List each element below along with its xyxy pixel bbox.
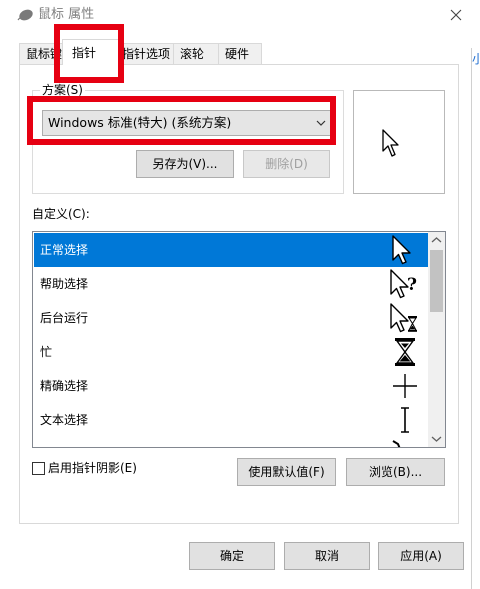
arrow-cursor-icon <box>392 235 411 265</box>
list-item-normal-select[interactable]: 正常选择 <box>34 233 428 267</box>
apply-button-label: 应用(A) <box>400 549 442 563</box>
list-item-label: 文本选择 <box>40 413 89 427</box>
list-item-label: 正常选择 <box>40 243 89 257</box>
busy-cursor-icon <box>395 338 415 366</box>
cancel-button-label: 取消 <box>314 549 339 563</box>
mouse-app-icon <box>17 9 33 21</box>
list-item-label: 后台运行 <box>40 311 89 325</box>
tab-wheel[interactable]: 滚轮 <box>173 43 219 65</box>
delete-scheme-button[interactable]: 删除(D) <box>243 150 330 178</box>
arrow-cursor-preview-icon <box>382 129 399 157</box>
list-item-working-in-background[interactable]: 后台运行 <box>34 301 428 335</box>
cursor-preview <box>353 90 445 194</box>
ok-button-label: 确定 <box>219 549 244 563</box>
list-item-label: 精确选择 <box>40 379 89 393</box>
list-item-label: 帮助选择 <box>40 277 89 291</box>
cancel-button[interactable]: 取消 <box>284 542 370 570</box>
cursor-list[interactable]: 正常选择 帮助选择 ? 后台运行 忙 精确选择 文本选择 <box>32 231 446 448</box>
use-default-button[interactable]: 使用默认值(F) <box>237 458 336 486</box>
list-scrollbar[interactable] <box>428 232 445 447</box>
list-item-help-select[interactable]: 帮助选择 ? <box>34 267 428 301</box>
background-window-edge <box>471 48 472 589</box>
tab-label: 指针选项 <box>122 47 171 61</box>
list-item-busy[interactable]: 忙 <box>34 335 428 369</box>
ok-button[interactable]: 确定 <box>189 542 275 570</box>
highlight-box-scheme-dropdown <box>27 96 336 145</box>
delete-button-label: 删除(D) <box>265 157 308 171</box>
apply-button[interactable]: 应用(A) <box>378 542 464 570</box>
pointer-shadow-checkbox[interactable] <box>32 462 45 475</box>
background-window-text: 小 <box>472 52 480 66</box>
working-cursor-icon <box>390 303 417 333</box>
list-item-label: 忙 <box>40 345 53 359</box>
scroll-down-icon[interactable] <box>431 435 442 443</box>
browse-button[interactable]: 浏览(B)... <box>346 458 445 486</box>
crosshair-cursor-icon <box>393 374 417 398</box>
tab-hardware[interactable]: 硬件 <box>218 43 262 65</box>
browse-button-label: 浏览(B)... <box>368 465 423 479</box>
customize-label: 自定义(C): <box>32 207 90 221</box>
list-item-text-select[interactable]: 文本选择 <box>34 403 428 437</box>
highlight-box-pointers-tab <box>54 24 124 83</box>
svg-text:?: ? <box>407 275 417 295</box>
text-cursor-icon <box>401 407 409 433</box>
scroll-up-icon[interactable] <box>431 236 442 244</box>
scheme-label: 方案(S) <box>40 83 85 97</box>
use-default-button-label: 使用默认值(F) <box>248 465 325 479</box>
save-as-button-label: 另存为(V)... <box>152 157 218 171</box>
scrollbar-thumb[interactable] <box>430 250 443 312</box>
save-as-button[interactable]: 另存为(V)... <box>136 150 234 178</box>
window-title: 鼠标 属性 <box>38 7 95 22</box>
help-cursor-icon: ? <box>390 269 417 299</box>
tab-pointer-options[interactable]: 指针选项 <box>118 43 174 65</box>
partial-cursor-icon <box>392 440 401 447</box>
pointer-shadow-label: 启用指针阴影(E) <box>48 461 137 475</box>
tab-label: 硬件 <box>225 47 250 61</box>
close-icon[interactable] <box>446 5 466 25</box>
tab-label: 滚轮 <box>180 47 205 61</box>
list-item-precision-select[interactable]: 精确选择 <box>34 369 428 403</box>
